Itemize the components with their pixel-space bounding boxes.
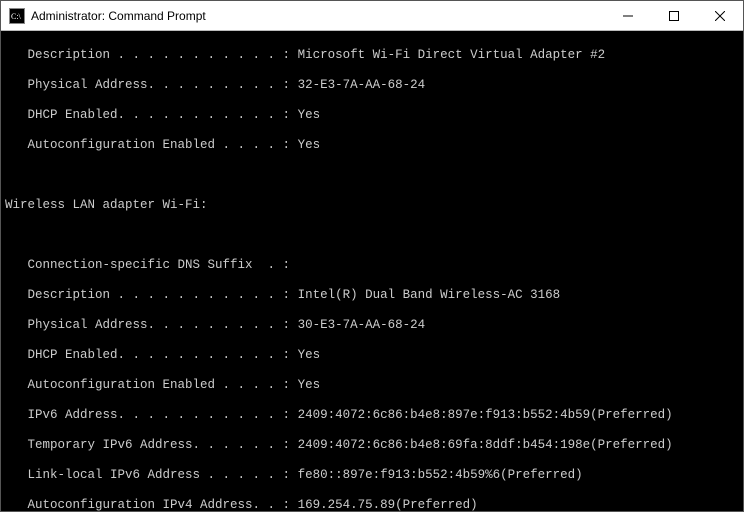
value: Yes (298, 108, 321, 122)
minimize-button[interactable] (605, 1, 651, 31)
window-title: Administrator: Command Prompt (31, 9, 206, 23)
label: Physical Address. . . . . . . . . : (5, 78, 298, 92)
terminal-output[interactable]: Description . . . . . . . . . . . : Micr… (1, 31, 743, 511)
label: Autoconfiguration IPv4 Address. . : (5, 498, 298, 511)
label: DHCP Enabled. . . . . . . . . . . : (5, 348, 298, 362)
label: Connection-specific DNS Suffix . : (5, 258, 290, 272)
value: 2409:4072:6c86:b4e8:69fa:8ddf:b454:198e(… (298, 438, 673, 452)
label: Description . . . . . . . . . . . : (5, 48, 298, 62)
value: 2409:4072:6c86:b4e8:897e:f913:b552:4b59(… (298, 408, 673, 422)
cmd-icon: C:\ (9, 8, 25, 24)
close-button[interactable] (697, 1, 743, 31)
label: Description . . . . . . . . . . . : (5, 288, 298, 302)
svg-text:C:\: C:\ (11, 12, 22, 21)
value: Yes (298, 378, 321, 392)
value: 30-E3-7A-AA-68-24 (298, 318, 426, 332)
value: 32-E3-7A-AA-68-24 (298, 78, 426, 92)
label: DHCP Enabled. . . . . . . . . . . : (5, 108, 298, 122)
label: Autoconfiguration Enabled . . . . : (5, 378, 298, 392)
value: 169.254.75.89(Preferred) (298, 498, 478, 511)
value: Microsoft Wi-Fi Direct Virtual Adapter #… (298, 48, 606, 62)
adapter-header: Wireless LAN adapter Wi-Fi: (5, 198, 208, 212)
value: Intel(R) Dual Band Wireless-AC 3168 (298, 288, 561, 302)
label: Autoconfiguration Enabled . . . . : (5, 138, 298, 152)
label: Physical Address. . . . . . . . . : (5, 318, 298, 332)
label: Temporary IPv6 Address. . . . . . : (5, 438, 298, 452)
value: fe80::897e:f913:b552:4b59%6(Preferred) (298, 468, 583, 482)
maximize-button[interactable] (651, 1, 697, 31)
label: Link-local IPv6 Address . . . . . : (5, 468, 298, 482)
value: Yes (298, 348, 321, 362)
label: IPv6 Address. . . . . . . . . . . : (5, 408, 298, 422)
titlebar: C:\ Administrator: Command Prompt (1, 1, 743, 31)
value: Yes (298, 138, 321, 152)
